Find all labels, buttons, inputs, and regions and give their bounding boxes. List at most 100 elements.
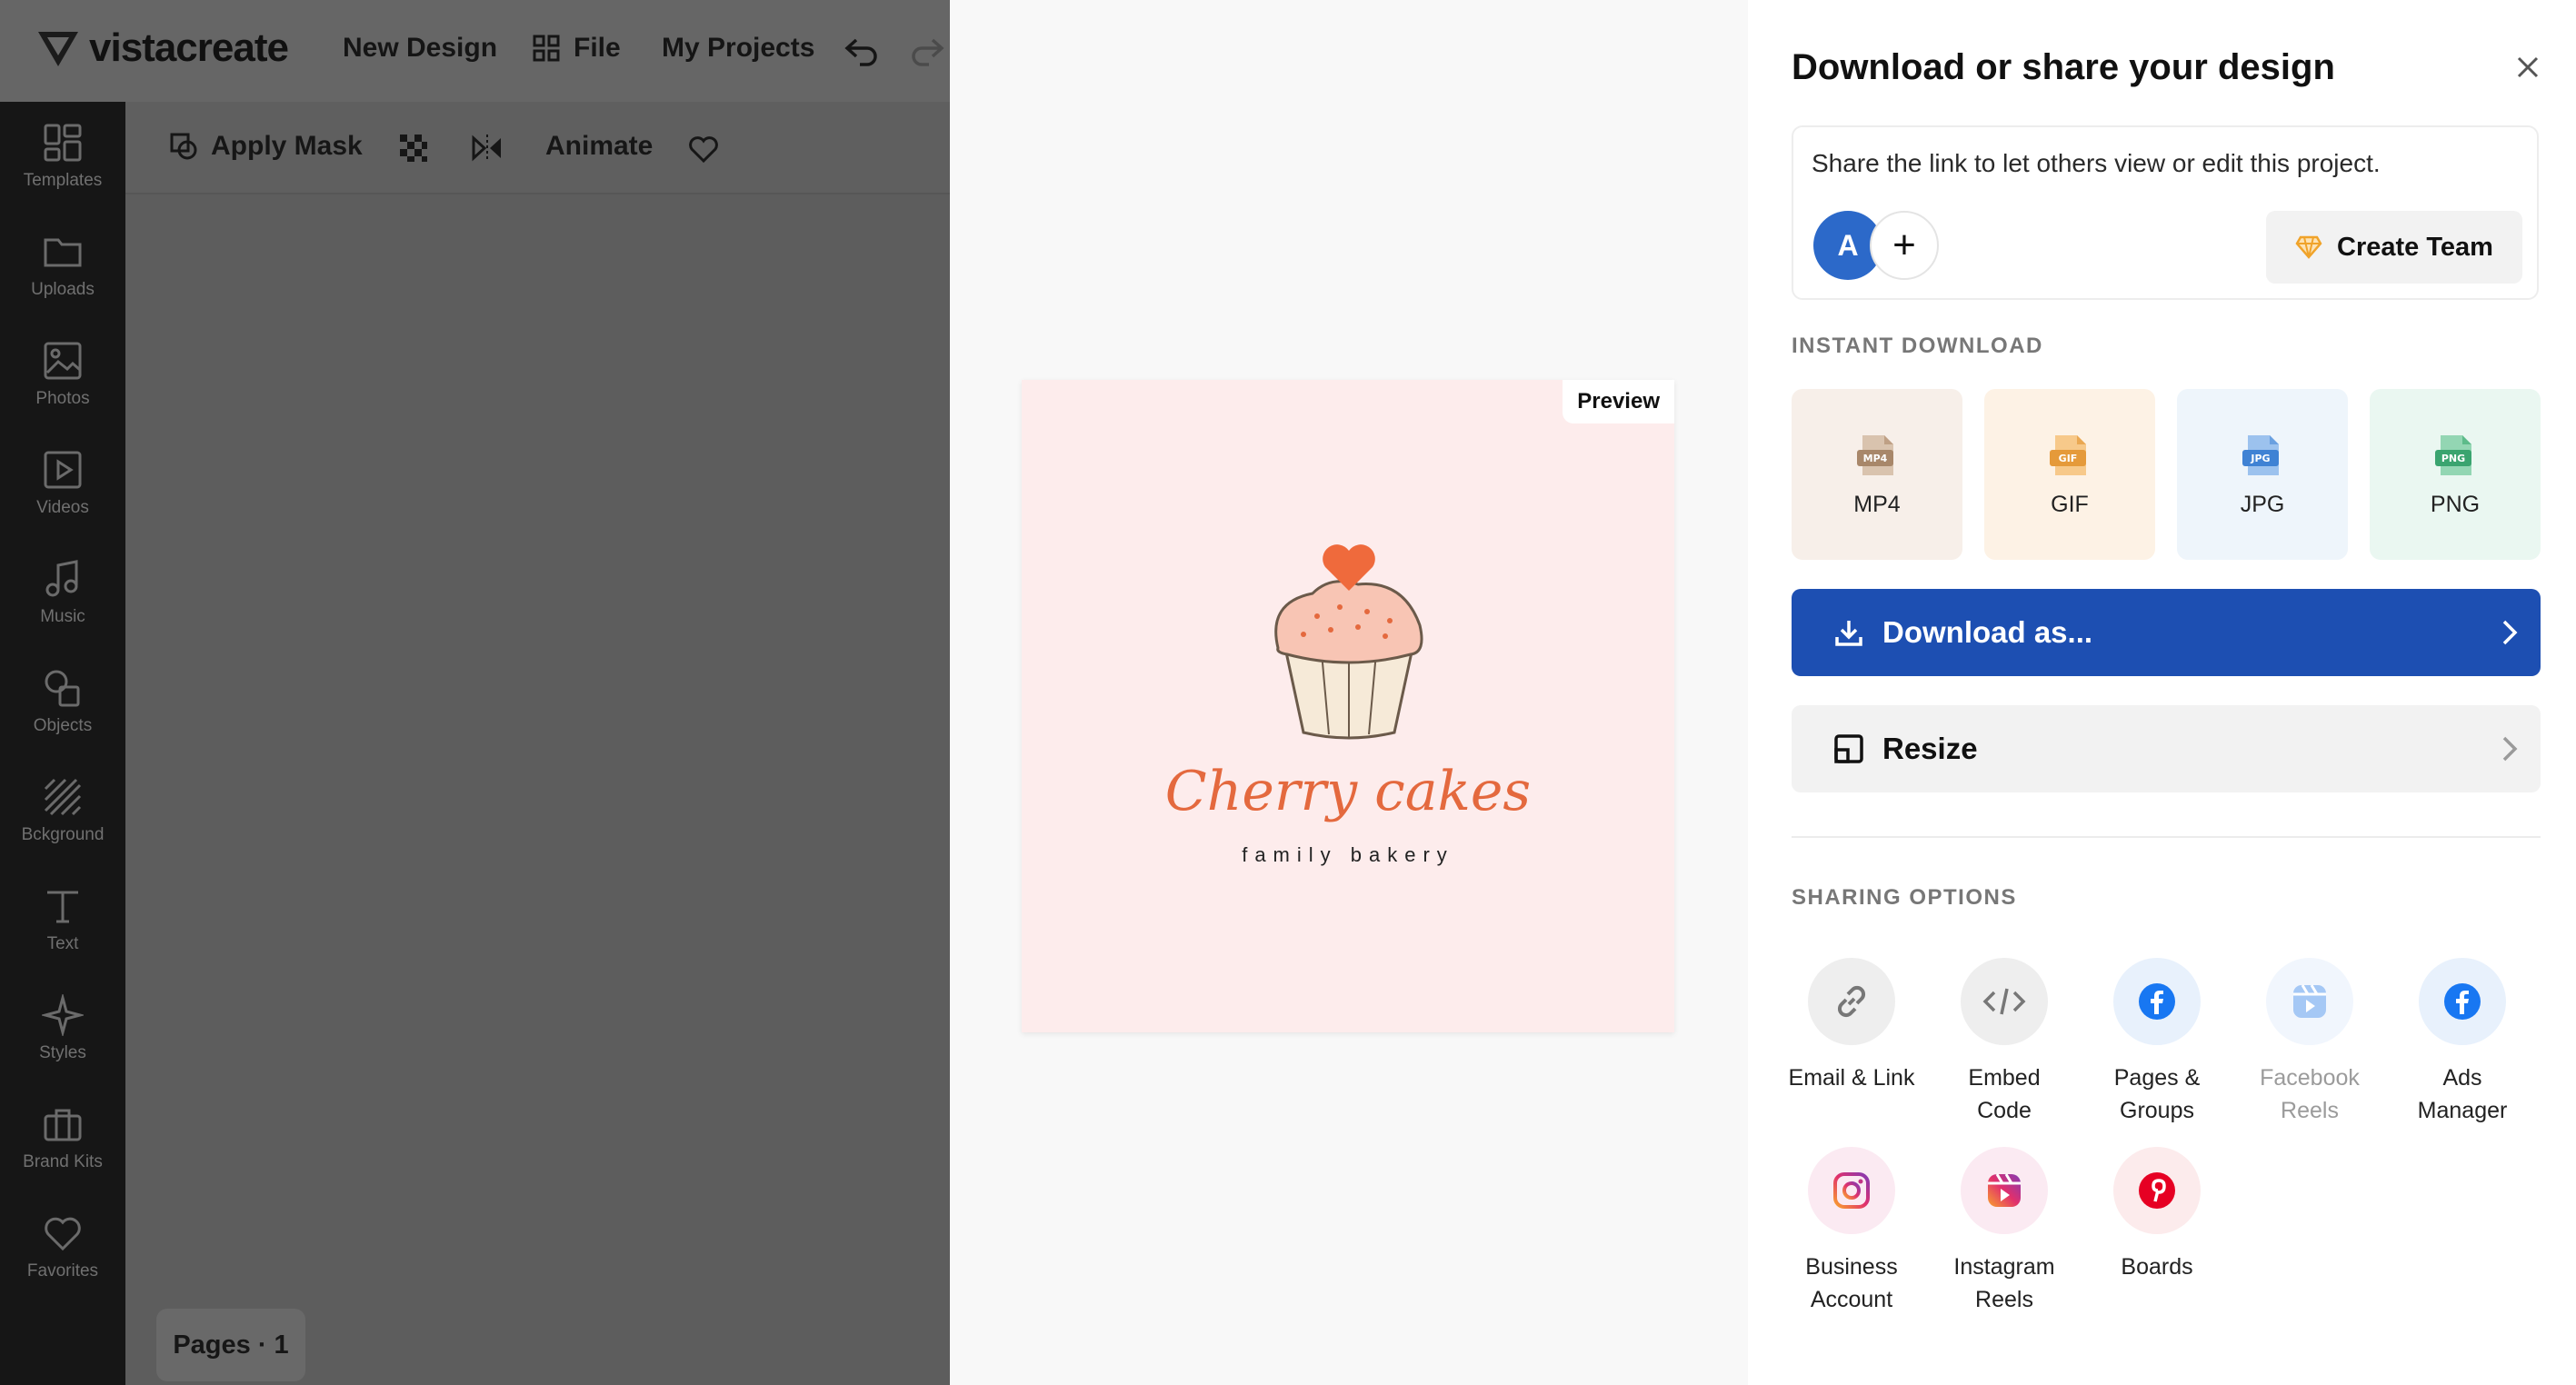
- sidebar-label-text: Text: [46, 934, 79, 953]
- divider: [1792, 836, 2541, 838]
- sidebar-item-objects[interactable]: Objects: [0, 647, 125, 756]
- sidebar-label-favorites: Favorites: [26, 1261, 99, 1280]
- design-subtitle: family bakery: [1242, 843, 1454, 866]
- sidebar-item-favorites[interactable]: Favorites: [0, 1192, 125, 1301]
- resize-button[interactable]: Resize: [1792, 705, 2541, 792]
- facebook-reels-icon: [2293, 984, 2326, 1018]
- pinterest-icon-circle: [2113, 1147, 2201, 1234]
- vistacreate-logo-icon: [38, 32, 78, 66]
- mp4-tag: MP4: [1863, 453, 1888, 464]
- instant-download-heading: INSTANT DOWNLOAD: [1792, 334, 2043, 358]
- new-design-label: New Design: [343, 33, 498, 63]
- share-link-box: Share the link to let others view or edi…: [1792, 125, 2539, 300]
- templates-icon: [44, 124, 82, 162]
- sidebar-label-videos: Videos: [36, 498, 89, 517]
- shapes-icon: [45, 670, 80, 707]
- code-icon: [1982, 988, 2026, 1015]
- design-preview: Preview Cherry cakes family bakery: [1022, 380, 1674, 1032]
- chevron-right-icon: [2502, 736, 2518, 762]
- share-ads-manager[interactable]: Ads Manager: [2399, 958, 2526, 1127]
- share-label-ads-manager: Ads Manager: [2417, 1065, 2508, 1123]
- gif-tag: GIF: [2059, 453, 2078, 464]
- share-embed-code[interactable]: Embed Code: [1941, 958, 2068, 1127]
- sidebar-item-uploads[interactable]: Uploads: [0, 211, 125, 320]
- jpg-file-icon: JPG: [2242, 434, 2279, 475]
- briefcase-icon: [44, 1109, 82, 1141]
- transparency-icon[interactable]: [398, 133, 429, 164]
- gif-file-icon: GIF: [2050, 434, 2086, 475]
- facebook-ads-icon-circle: [2419, 958, 2506, 1045]
- sidebar-item-text[interactable]: Text: [0, 865, 125, 974]
- share-description: Share the link to let others view or edi…: [1812, 149, 2381, 177]
- share-facebook-reels[interactable]: Facebook Reels: [2246, 958, 2373, 1127]
- chevron-right-icon: [2502, 620, 2518, 645]
- mp4-file-icon: MP4: [1857, 434, 1893, 475]
- format-label-jpg: JPG: [2240, 491, 2285, 517]
- apply-mask-button[interactable]: Apply Mask: [169, 131, 363, 162]
- add-member-button[interactable]: +: [1870, 211, 1939, 280]
- file-label: File: [574, 33, 621, 63]
- format-png-button[interactable]: PNG PNG: [2370, 389, 2541, 560]
- flip-icon[interactable]: [471, 133, 504, 164]
- sidebar-label-background: Bckground: [21, 825, 105, 844]
- panel-title: Download or share your design: [1792, 47, 2335, 87]
- grid-icon: [533, 35, 560, 62]
- favorite-heart-icon[interactable]: [687, 135, 720, 164]
- undo-icon[interactable]: [844, 35, 880, 67]
- download-as-button[interactable]: Download as...: [1792, 589, 2541, 676]
- sidebar-item-music[interactable]: Music: [0, 538, 125, 647]
- code-icon-circle: [1961, 958, 2048, 1045]
- share-facebook-pages-groups[interactable]: Pages & Groups: [2093, 958, 2221, 1127]
- sidebar-label-photos: Photos: [35, 389, 90, 408]
- share-label-instagram-reels: Instagram Reels: [1953, 1254, 2055, 1312]
- resize-icon: [1834, 734, 1863, 763]
- new-design-button[interactable]: New Design: [343, 33, 497, 64]
- png-file-icon: PNG: [2435, 434, 2471, 475]
- apply-mask-label: Apply Mask: [211, 131, 363, 161]
- cupcake-icon: [1274, 544, 1423, 740]
- sidebar-item-styles[interactable]: Styles: [0, 974, 125, 1083]
- create-team-button[interactable]: Create Team: [2266, 211, 2522, 284]
- sharing-options-heading: SHARING OPTIONS: [1792, 885, 2017, 910]
- redo-icon[interactable]: [909, 35, 945, 67]
- format-gif-button[interactable]: GIF GIF: [1984, 389, 2155, 560]
- share-pinterest-boards[interactable]: Boards: [2093, 1147, 2221, 1283]
- pages-button[interactable]: Pages · 1: [156, 1309, 305, 1381]
- format-mp4-button[interactable]: MP4 MP4: [1792, 389, 1962, 560]
- sidebar-item-background[interactable]: Bckground: [0, 756, 125, 865]
- file-menu-button[interactable]: File: [532, 33, 621, 64]
- sidebar-label-objects: Objects: [33, 716, 93, 735]
- folder-icon: [44, 238, 82, 267]
- plus-icon: +: [1892, 223, 1916, 267]
- share-email-link[interactable]: Email & Link: [1788, 958, 1915, 1094]
- sidebar-label-brand-kits: Brand Kits: [23, 1152, 103, 1171]
- mask-icon: [170, 133, 197, 160]
- share-instagram-reels[interactable]: Instagram Reels: [1941, 1147, 2068, 1316]
- heart-icon: [45, 1217, 81, 1251]
- sidebar-label-uploads: Uploads: [31, 280, 95, 299]
- play-icon: [44, 451, 82, 489]
- close-icon[interactable]: [2511, 51, 2544, 84]
- sidebar-label-templates: Templates: [23, 171, 103, 190]
- sidebar-item-brand-kits[interactable]: Brand Kits: [0, 1083, 125, 1192]
- sidebar-item-videos[interactable]: Videos: [0, 429, 125, 538]
- stripes-icon: [44, 778, 82, 816]
- format-jpg-button[interactable]: JPG JPG: [2177, 389, 2348, 560]
- animate-button[interactable]: Animate: [545, 131, 653, 162]
- my-projects-label: My Projects: [662, 33, 815, 63]
- diamond-icon: [2295, 235, 2322, 259]
- sidebar-item-templates[interactable]: Templates: [0, 102, 125, 211]
- create-team-label: Create Team: [2337, 232, 2493, 262]
- facebook-ads-icon: [2444, 983, 2481, 1020]
- png-tag: PNG: [2441, 453, 2465, 464]
- share-label-email-link: Email & Link: [1788, 1065, 1915, 1091]
- logo[interactable]: vistacreate: [36, 25, 289, 71]
- share-label-pages-groups: Pages & Groups: [2113, 1065, 2201, 1123]
- instagram-reels-icon: [1988, 1173, 2021, 1207]
- share-instagram-business[interactable]: Business Account: [1788, 1147, 1915, 1316]
- instagram-reels-icon-circle: [1961, 1147, 2048, 1234]
- sidebar-item-photos[interactable]: Photos: [0, 320, 125, 429]
- top-bar: vistacreate New Design File My Projects: [0, 0, 950, 102]
- my-projects-button[interactable]: My Projects: [662, 33, 814, 64]
- download-share-panel: Download or share your design Share the …: [1748, 0, 2576, 1385]
